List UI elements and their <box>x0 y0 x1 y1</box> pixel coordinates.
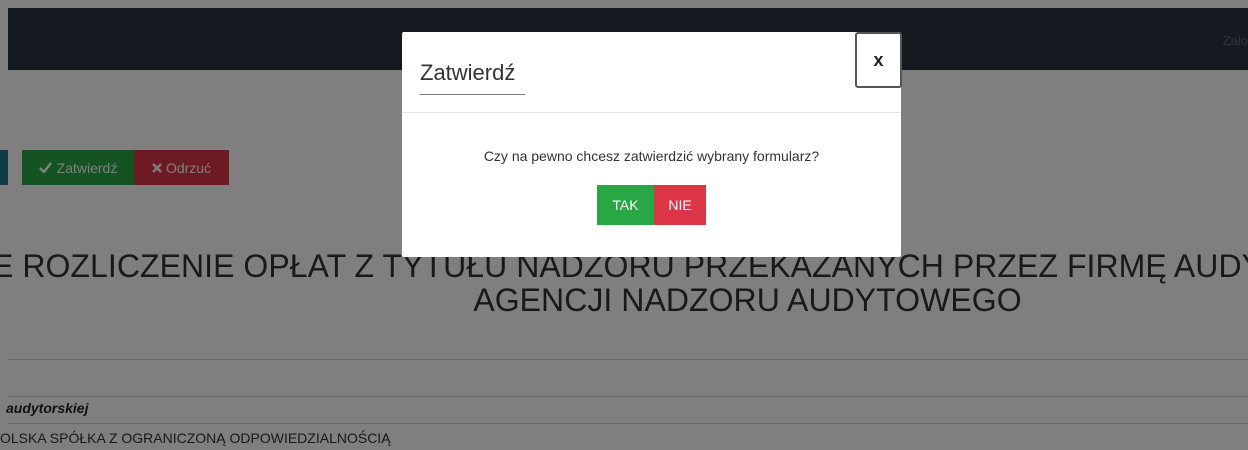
no-button[interactable]: NIE <box>654 185 706 225</box>
dialog-message: Czy na pewno chcesz zatwierdzić wybrany … <box>483 148 820 164</box>
confirm-dialog: Zatwierdź x Czy na pewno chcesz zatwierd… <box>402 32 902 257</box>
dialog-header-divider <box>402 112 901 113</box>
page: Zalo Zatwierdź Odrzuć E ROZLICZENIE OPŁA… <box>0 0 1248 450</box>
yes-button[interactable]: TAK <box>597 185 654 225</box>
dialog-title-underline <box>420 94 525 95</box>
dialog-title: Zatwierdź <box>420 60 516 85</box>
close-button[interactable]: x <box>855 32 902 88</box>
